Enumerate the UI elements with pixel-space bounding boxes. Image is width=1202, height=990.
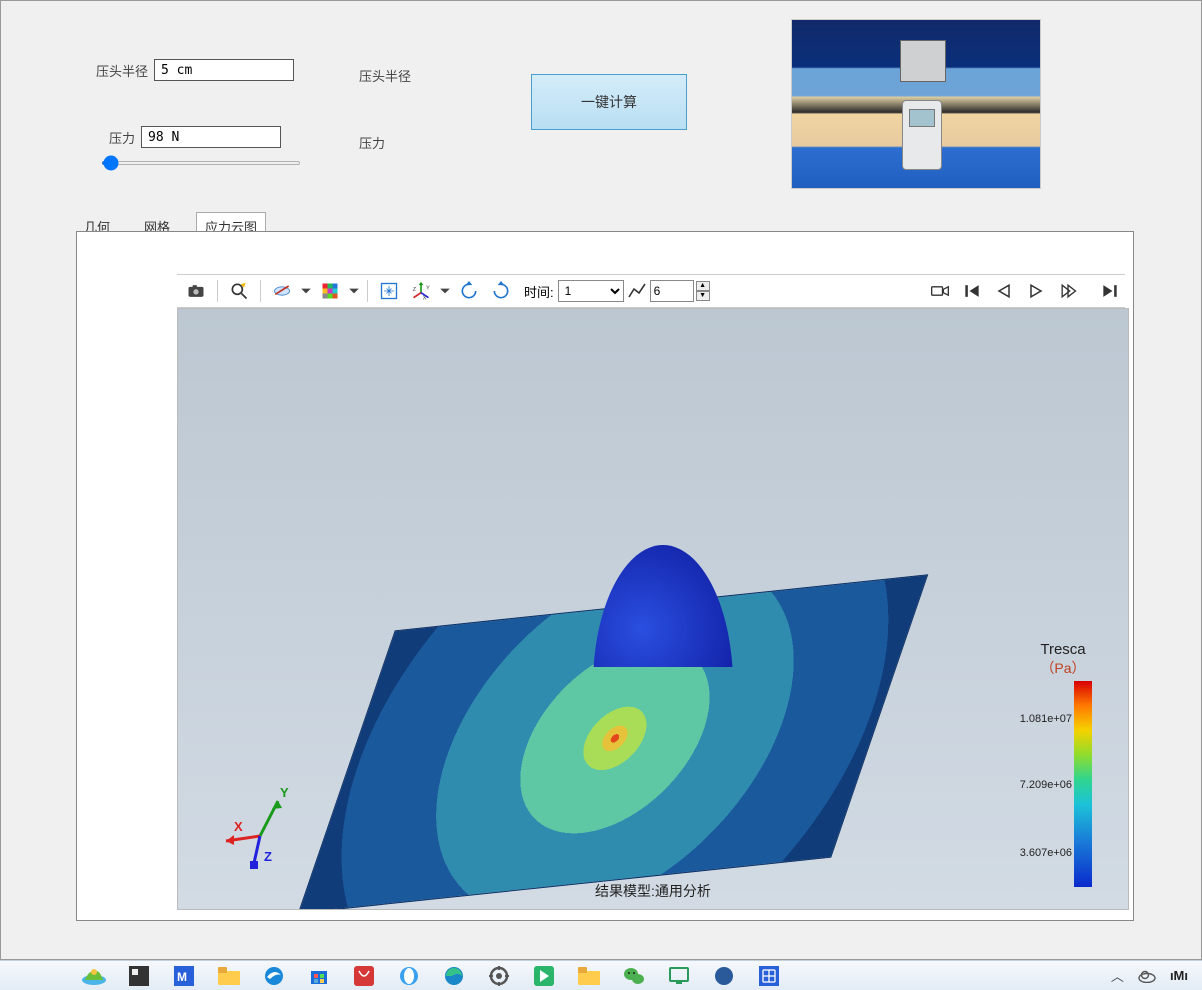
axis-z-label: Z [264,849,272,864]
animation-first-button[interactable] [957,278,987,304]
radius-input-row: 压头半径 [96,59,294,81]
toolbar-separator [260,280,261,302]
animation-play-button[interactable] [1021,278,1051,304]
taskbar-explorer-icon[interactable] [215,964,243,988]
indenter-hemisphere [593,545,733,667]
radius-side-label: 压头半径 [359,66,411,85]
result-panel: ZYX 时间: 1 ▲ ▼ [76,231,1134,921]
force-input-label: 压力 [109,128,135,147]
clip-plane-dropdown[interactable] [299,278,313,304]
axis-orientation-dropdown[interactable] [438,278,452,304]
time-select[interactable]: 1 [558,280,624,302]
axis-orientation-button[interactable]: Z YX [406,278,436,304]
zoom-button[interactable] [224,278,254,304]
viewer-toolbar: Z YX 时间: 1 ▲ ▼ [177,274,1125,308]
rotate-ccw-button[interactable] [454,278,484,304]
svg-text:M: M [177,970,187,984]
step-spinner[interactable]: ▲ ▼ [696,281,710,301]
taskbar-app-14[interactable] [665,964,693,988]
time-chart-icon[interactable] [626,278,648,304]
tray-chevron-up-icon[interactable]: ︿ [1111,966,1124,985]
toolbar-separator [217,280,218,302]
taskbar-app-1[interactable] [80,964,108,988]
animation-next-button[interactable] [1053,278,1083,304]
radius-input-label: 压头半径 [96,61,148,80]
photo-force-gauge [902,100,942,170]
taskbar-app-15[interactable] [710,964,738,988]
application-window: 压头半径 压力 压头半径 压力 一键计算 几何 网格 应力云图 [0,0,1202,960]
taskbar-store-icon[interactable] [305,964,333,988]
taskbar-apps: M [80,961,783,990]
screenshot-button[interactable] [181,278,211,304]
legend-unit: （Pa） [1010,658,1116,678]
step-up-button[interactable]: ▲ [696,281,710,291]
animation-prev-button[interactable] [989,278,1019,304]
color-legend: Tresca （Pa） 1.081e+07 7.209e+06 3.607e+0… [1010,641,1116,889]
parameter-panel: 压头半径 压力 压头半径 压力 一键计算 [1,1,1201,201]
taskbar-app-2[interactable] [125,964,153,988]
legend-tick-2: 3.607e+06 [1010,847,1072,859]
tray-cloud-icon[interactable] [1138,968,1156,984]
toolbar-separator [367,280,368,302]
step-down-button[interactable]: ▼ [696,291,710,301]
taskbar: M ︿ ıMı [0,960,1202,990]
taskbar-settings-icon[interactable] [485,964,513,988]
force-side-label: 压力 [359,133,385,152]
axis-y-label: Y [280,785,289,800]
legend-color-bar [1074,681,1092,887]
tray-app-icon[interactable]: ıMı [1170,968,1188,983]
animation-last-button[interactable] [1095,278,1125,304]
legend-title: Tresca [1010,641,1116,658]
viewer-canvas[interactable]: Y X Z Tresca （Pa） 1.081e+07 7.209e+06 [177,308,1129,910]
photo-fixture [900,40,946,82]
taskbar-app-11[interactable] [530,964,558,988]
svg-text:Y: Y [426,285,430,291]
result-model-label: 结果模型:通用分析 [178,881,1128,901]
taskbar-app-8[interactable] [395,964,423,988]
photo-gauge-screen [909,109,935,127]
rotate-cw-button[interactable] [486,278,516,304]
calculate-button[interactable]: 一键计算 [531,74,687,130]
svg-text:Z: Z [413,287,417,293]
svg-text:X: X [423,295,427,301]
taskbar-app-3[interactable]: M [170,964,198,988]
force-input[interactable] [141,126,281,148]
taskbar-app-7[interactable] [350,964,378,988]
taskbar-edge-legacy-icon[interactable] [260,964,288,988]
color-mode-button[interactable] [315,278,345,304]
reference-photo [791,19,1041,189]
force-slider-wrap [101,153,301,168]
taskbar-wechat-icon[interactable] [620,964,648,988]
legend-tick-1: 7.209e+06 [1010,779,1072,791]
step-input[interactable] [650,280,694,302]
system-tray: ︿ ıMı [1111,966,1188,985]
axis-x-label: X [234,819,243,834]
taskbar-edge-icon[interactable] [440,964,468,988]
fit-view-button[interactable] [374,278,404,304]
time-label: 时间: [524,282,554,301]
legend-tick-max: 1.081e+07 [1010,713,1072,725]
force-input-row: 压力 [109,126,281,148]
radius-input[interactable] [154,59,294,81]
taskbar-app-16[interactable] [755,964,783,988]
animation-record-button[interactable] [925,278,955,304]
force-slider[interactable] [101,161,301,165]
color-mode-dropdown[interactable] [347,278,361,304]
clip-plane-button[interactable] [267,278,297,304]
taskbar-folder-icon[interactable] [575,964,603,988]
axis-gizmo: Y X Z [220,781,310,871]
